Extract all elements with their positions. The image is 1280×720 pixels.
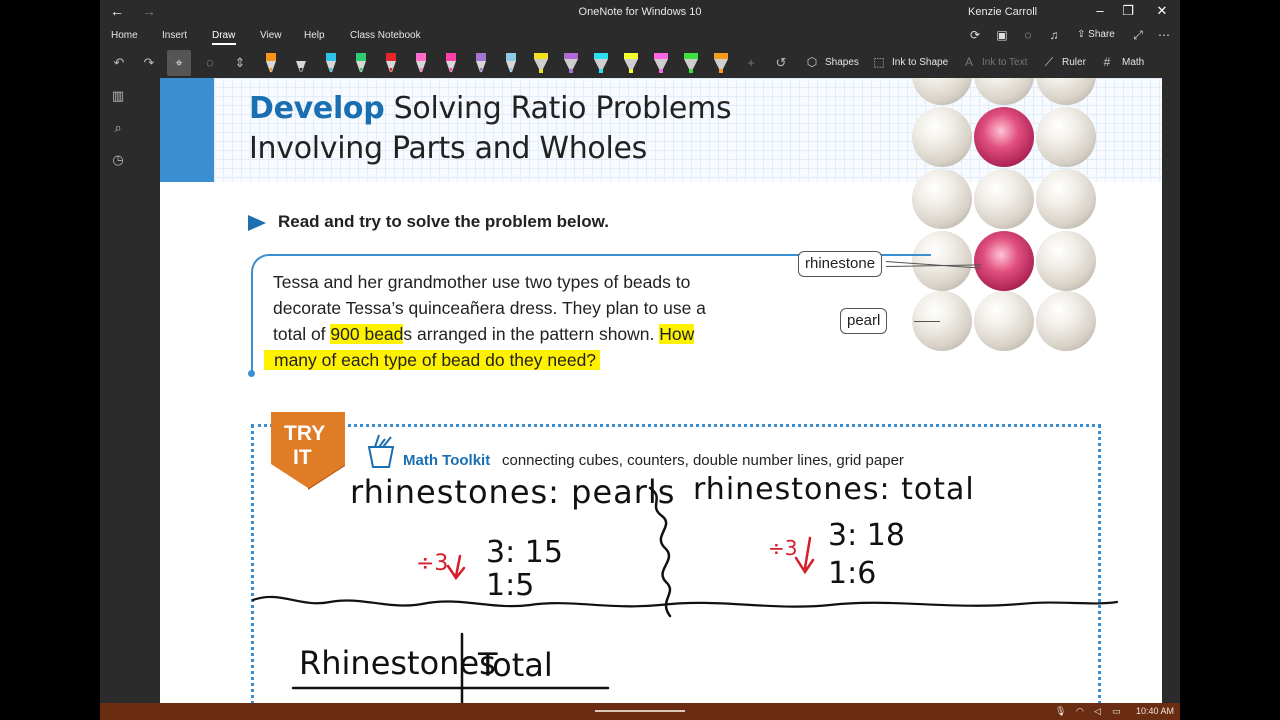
page-canvas[interactable]: Develop Solving Ratio Problems Involving… <box>160 78 1162 703</box>
bell-icon[interactable]: ♫ <box>1046 28 1062 44</box>
restore-icon[interactable]: ❐ <box>1118 3 1138 19</box>
taskbar: 🎙 ◠ ◁ ▭ 10:40 AM <box>100 703 1180 720</box>
lasso-icon[interactable]: ◌ <box>201 54 219 72</box>
add-pen-icon[interactable]: + <box>742 54 760 72</box>
page-scrollbar[interactable] <box>1162 78 1180 703</box>
math-icon: # <box>1103 55 1111 69</box>
pen-6[interactable] <box>413 52 429 74</box>
ruler-button[interactable]: Ruler <box>1062 57 1086 68</box>
tab-home[interactable]: Home <box>111 30 138 41</box>
tab-view[interactable]: View <box>260 30 282 41</box>
math-button[interactable]: Math <box>1122 57 1144 68</box>
share-icon: ⇪ <box>1077 29 1086 40</box>
more-icon[interactable]: ⋯ <box>1156 28 1172 44</box>
mic-icon[interactable]: 🎙 <box>1055 706 1066 717</box>
undo-icon[interactable]: ↶ <box>110 54 128 72</box>
tab-class-notebook[interactable]: Class Notebook <box>350 30 421 41</box>
sync-icon[interactable]: ⟳ <box>967 28 983 44</box>
ink-to-shape-button[interactable]: Ink to Shape <box>892 57 948 68</box>
pen-12[interactable] <box>593 52 609 74</box>
wifi-icon[interactable]: ◠ <box>1076 706 1084 717</box>
ink-strokes[interactable] <box>160 78 1162 703</box>
ink-to-text-button[interactable]: Ink to Text <box>982 57 1027 68</box>
battery-icon[interactable]: ▭ <box>1112 706 1121 717</box>
ruler-icon: ⟋ <box>1044 55 1054 69</box>
pen-2[interactable] <box>293 52 309 74</box>
notebooks-icon[interactable]: ▥ <box>109 88 127 106</box>
pen-1[interactable] <box>263 52 279 74</box>
pages-icon[interactable]: ▣ <box>994 28 1010 44</box>
select-text-icon: ⌖ <box>175 55 183 70</box>
share-button[interactable]: ⇪ Share <box>1077 29 1115 40</box>
volume-icon[interactable]: ◁ <box>1094 706 1101 717</box>
pen-14[interactable] <box>653 52 669 74</box>
draw-toolbar: ↶ ↷ ⌖ ◌ ⇕ + ↺ ⬡ Shapes ⬚ Ink to Shape A … <box>100 48 1180 78</box>
ribbon-tabs: Home Insert Draw View Help Class Noteboo… <box>100 26 1180 46</box>
add-space-icon[interactable]: ⇕ <box>231 54 249 72</box>
active-app-indicator[interactable] <box>595 710 685 712</box>
tab-help[interactable]: Help <box>304 30 325 41</box>
title-bar: ← → OneNote for Windows 10 Kenzie Carrol… <box>100 0 1180 24</box>
shapes-icon: ⬡ <box>806 55 818 69</box>
search-icon[interactable]: ⌕ <box>109 120 127 138</box>
active-tab-underline <box>212 43 236 45</box>
close-icon[interactable]: ✕ <box>1152 3 1172 19</box>
pen-11[interactable] <box>563 52 579 74</box>
pen-16[interactable] <box>713 52 729 74</box>
ink-replay-icon[interactable]: ↺ <box>772 54 790 72</box>
onenote-window: ← → OneNote for Windows 10 Kenzie Carrol… <box>100 0 1180 703</box>
pen-5[interactable] <box>383 52 399 74</box>
user-name[interactable]: Kenzie Carroll <box>968 6 1037 18</box>
clock-time[interactable]: 10:40 AM <box>1136 706 1174 716</box>
pen-13[interactable] <box>623 52 639 74</box>
pen-9[interactable] <box>503 52 519 74</box>
pen-4[interactable] <box>353 52 369 74</box>
lightbulb-icon[interactable]: ◌ <box>1020 28 1036 44</box>
shapes-button[interactable]: Shapes <box>825 57 859 68</box>
navigation-rail: ▥ ⌕ ◷ <box>100 78 140 703</box>
pen-7[interactable] <box>443 52 459 74</box>
pen-15[interactable] <box>683 52 699 74</box>
ink-to-text-icon: A <box>964 55 973 69</box>
minimize-icon[interactable]: – <box>1090 3 1110 18</box>
pen-8[interactable] <box>473 52 489 74</box>
ink-to-shape-icon: ⬚ <box>873 55 885 69</box>
tab-insert[interactable]: Insert <box>162 30 187 41</box>
pen-3[interactable] <box>323 52 339 74</box>
recent-clock-icon[interactable]: ◷ <box>109 152 127 170</box>
pen-10[interactable] <box>533 52 549 74</box>
tab-draw[interactable]: Draw <box>212 30 235 41</box>
redo-icon[interactable]: ↷ <box>140 54 158 72</box>
expand-icon[interactable]: ⤢ <box>1130 28 1146 44</box>
